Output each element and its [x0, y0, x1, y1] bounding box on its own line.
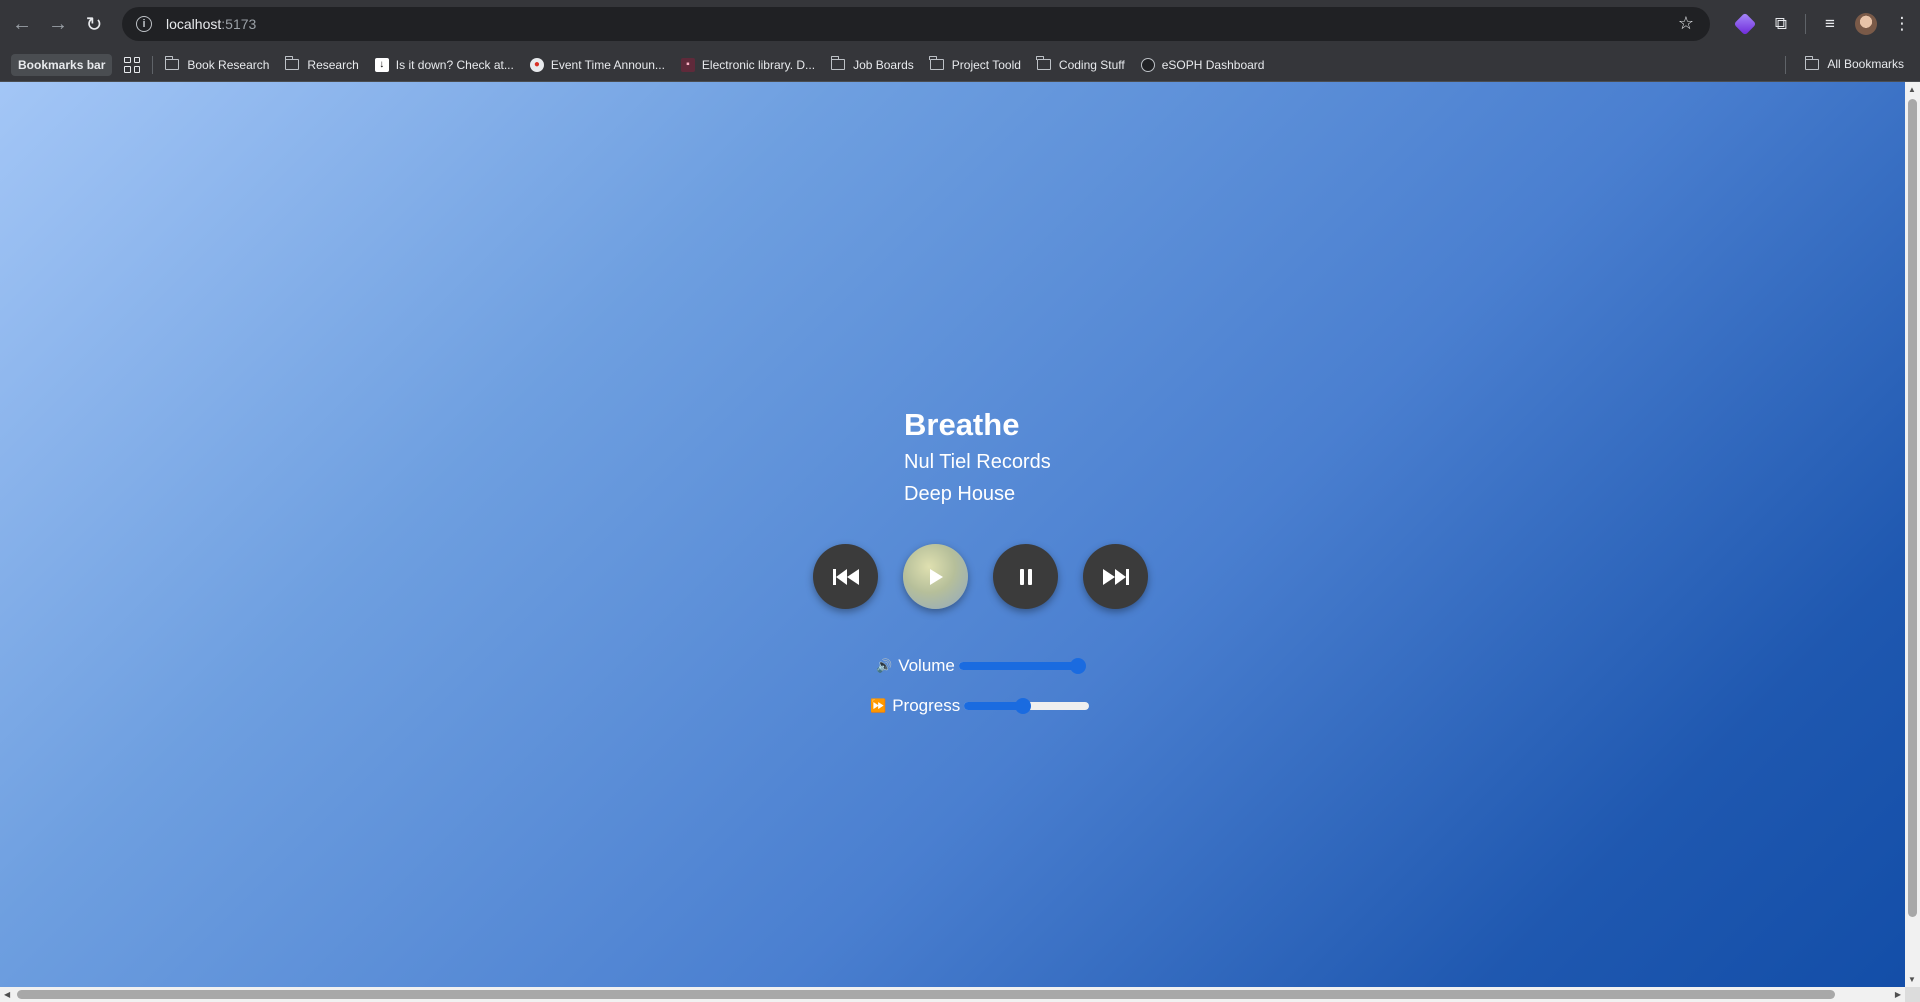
bookmark-label: Book Research — [187, 57, 270, 72]
event-favicon-icon: ● — [529, 57, 544, 72]
toolbar-actions: ⧉ ≡ ⋮ — [1727, 6, 1920, 42]
reload-icon[interactable]: ↻ — [76, 6, 112, 42]
play-icon — [929, 568, 943, 585]
pause-button[interactable] — [993, 544, 1058, 609]
progress-label: Progress — [892, 696, 961, 715]
folder-icon — [830, 56, 846, 70]
bookmarks-divider — [152, 55, 154, 74]
bookmark-esoph-dashboard[interactable]: eSOPH Dashboard — [1140, 57, 1265, 72]
vertical-scroll-thumb[interactable] — [1908, 99, 1917, 917]
down-arrow-favicon-icon: ↓ — [374, 57, 389, 72]
bookmark-book-research[interactable]: Book Research — [164, 56, 270, 72]
navigation-buttons: ← → ↻ — [4, 6, 112, 42]
volume-slider-fill — [958, 662, 1078, 670]
play-button[interactable] — [903, 544, 968, 609]
progress-slider-thumb[interactable] — [1014, 698, 1031, 714]
bookmark-label: Project Toold — [951, 57, 1021, 72]
volume-slider[interactable] — [958, 658, 1086, 674]
bookmark-research[interactable]: Research — [284, 56, 359, 72]
url-host: localhost — [166, 16, 222, 32]
profile-avatar[interactable] — [1848, 6, 1884, 42]
all-bookmarks-label: All Bookmarks — [1827, 57, 1904, 71]
vertical-scrollbar[interactable]: ▲ ▼ — [1905, 82, 1920, 987]
music-player: Breathe Nul Tiel Records Deep House 🔊 Vo… — [0, 82, 1905, 987]
extensions-puzzle-icon[interactable]: ⧉ — [1763, 6, 1799, 42]
all-bookmarks-button[interactable]: All Bookmarks — [1804, 55, 1904, 71]
bookmark-project-toold[interactable]: Project Toold — [929, 56, 1021, 72]
scrollbar-corner — [1905, 987, 1920, 1002]
track-title: Breathe — [904, 407, 1020, 442]
esoph-favicon-icon — [1140, 57, 1155, 72]
apps-grid-icon[interactable] — [124, 56, 141, 73]
toolbar-separator — [1805, 14, 1806, 34]
scroll-up-icon[interactable]: ▲ — [1908, 85, 1916, 94]
playback-controls — [813, 544, 1148, 609]
bookmarks-bar-label[interactable]: Bookmarks bar — [11, 53, 113, 76]
skip-back-icon — [832, 568, 859, 585]
bookmark-label: eSOPH Dashboard — [1161, 57, 1265, 72]
folder-icon — [929, 56, 944, 70]
track-artist: Nul Tiel Records — [904, 451, 1051, 473]
bookmark-label: Event Time Announ... — [550, 57, 665, 72]
bookmark-coding-stuff[interactable]: Coding Stuff — [1036, 56, 1125, 72]
library-favicon-icon: ▪ — [680, 57, 695, 72]
bookmark-star-icon[interactable]: ☆ — [1678, 13, 1694, 34]
speaker-icon: 🔊 — [876, 658, 893, 673]
progress-control: ⏩ Progress — [870, 696, 1090, 716]
folder-icon — [1804, 55, 1820, 70]
scroll-right-icon[interactable]: ▶ — [1895, 990, 1901, 999]
horizontal-scroll-thumb[interactable] — [17, 990, 1835, 999]
pause-icon — [1019, 568, 1032, 585]
address-bar[interactable]: i localhost:5173 ☆ — [122, 7, 1710, 41]
horizontal-scrollbar[interactable]: ◀ ▶ — [0, 987, 1905, 1002]
volume-slider-thumb[interactable] — [1069, 658, 1086, 674]
extension-gem-icon[interactable] — [1727, 6, 1763, 42]
bookmark-label: Electronic library. D... — [701, 57, 816, 72]
bookmark-label: Is it down? Check at... — [395, 57, 514, 72]
site-info-icon[interactable]: i — [136, 16, 152, 32]
bookmark-job-boards[interactable]: Job Boards — [830, 56, 914, 72]
bookmark-is-it-down[interactable]: ↓ Is it down? Check at... — [374, 57, 514, 72]
menu-kebab-icon[interactable]: ⋮ — [1884, 6, 1920, 42]
bookmarks-bar: Bookmarks bar Book Research Research ↓ I… — [0, 48, 1920, 82]
folder-icon — [284, 56, 300, 70]
track-genre: Deep House — [904, 483, 1016, 505]
url-port: :5173 — [221, 16, 257, 32]
bookmark-event-time[interactable]: ● Event Time Announ... — [529, 57, 665, 72]
forward-icon[interactable]: → — [40, 6, 76, 42]
next-button[interactable] — [1083, 544, 1148, 609]
scroll-down-icon[interactable]: ▼ — [1908, 975, 1916, 984]
media-control-icon[interactable]: ≡ — [1812, 6, 1848, 42]
back-icon[interactable]: ← — [4, 6, 40, 42]
scroll-left-icon[interactable]: ◀ — [4, 990, 10, 999]
browser-toolbar: ← → ↻ i localhost:5173 ☆ ⧉ ≡ ⋮ — [0, 0, 1920, 48]
volume-label: Volume — [898, 656, 955, 675]
bookmark-label: Research — [307, 57, 359, 72]
previous-button[interactable] — [813, 544, 878, 609]
folder-icon — [164, 56, 180, 70]
bookmark-electronic-library[interactable]: ▪ Electronic library. D... — [680, 57, 816, 72]
track-info: Breathe Nul Tiel Records Deep House — [904, 404, 1051, 510]
volume-control: 🔊 Volume — [876, 656, 1086, 676]
bookmarks-divider — [1785, 56, 1786, 74]
fast-forward-icon: ⏩ — [870, 698, 887, 713]
folder-icon — [1036, 56, 1051, 70]
skip-forward-icon — [1102, 568, 1129, 585]
progress-slider[interactable] — [964, 698, 1090, 714]
bookmark-label: Coding Stuff — [1058, 57, 1125, 72]
bookmark-label: Job Boards — [853, 57, 914, 72]
page-viewport: Breathe Nul Tiel Records Deep House 🔊 Vo… — [0, 82, 1905, 987]
